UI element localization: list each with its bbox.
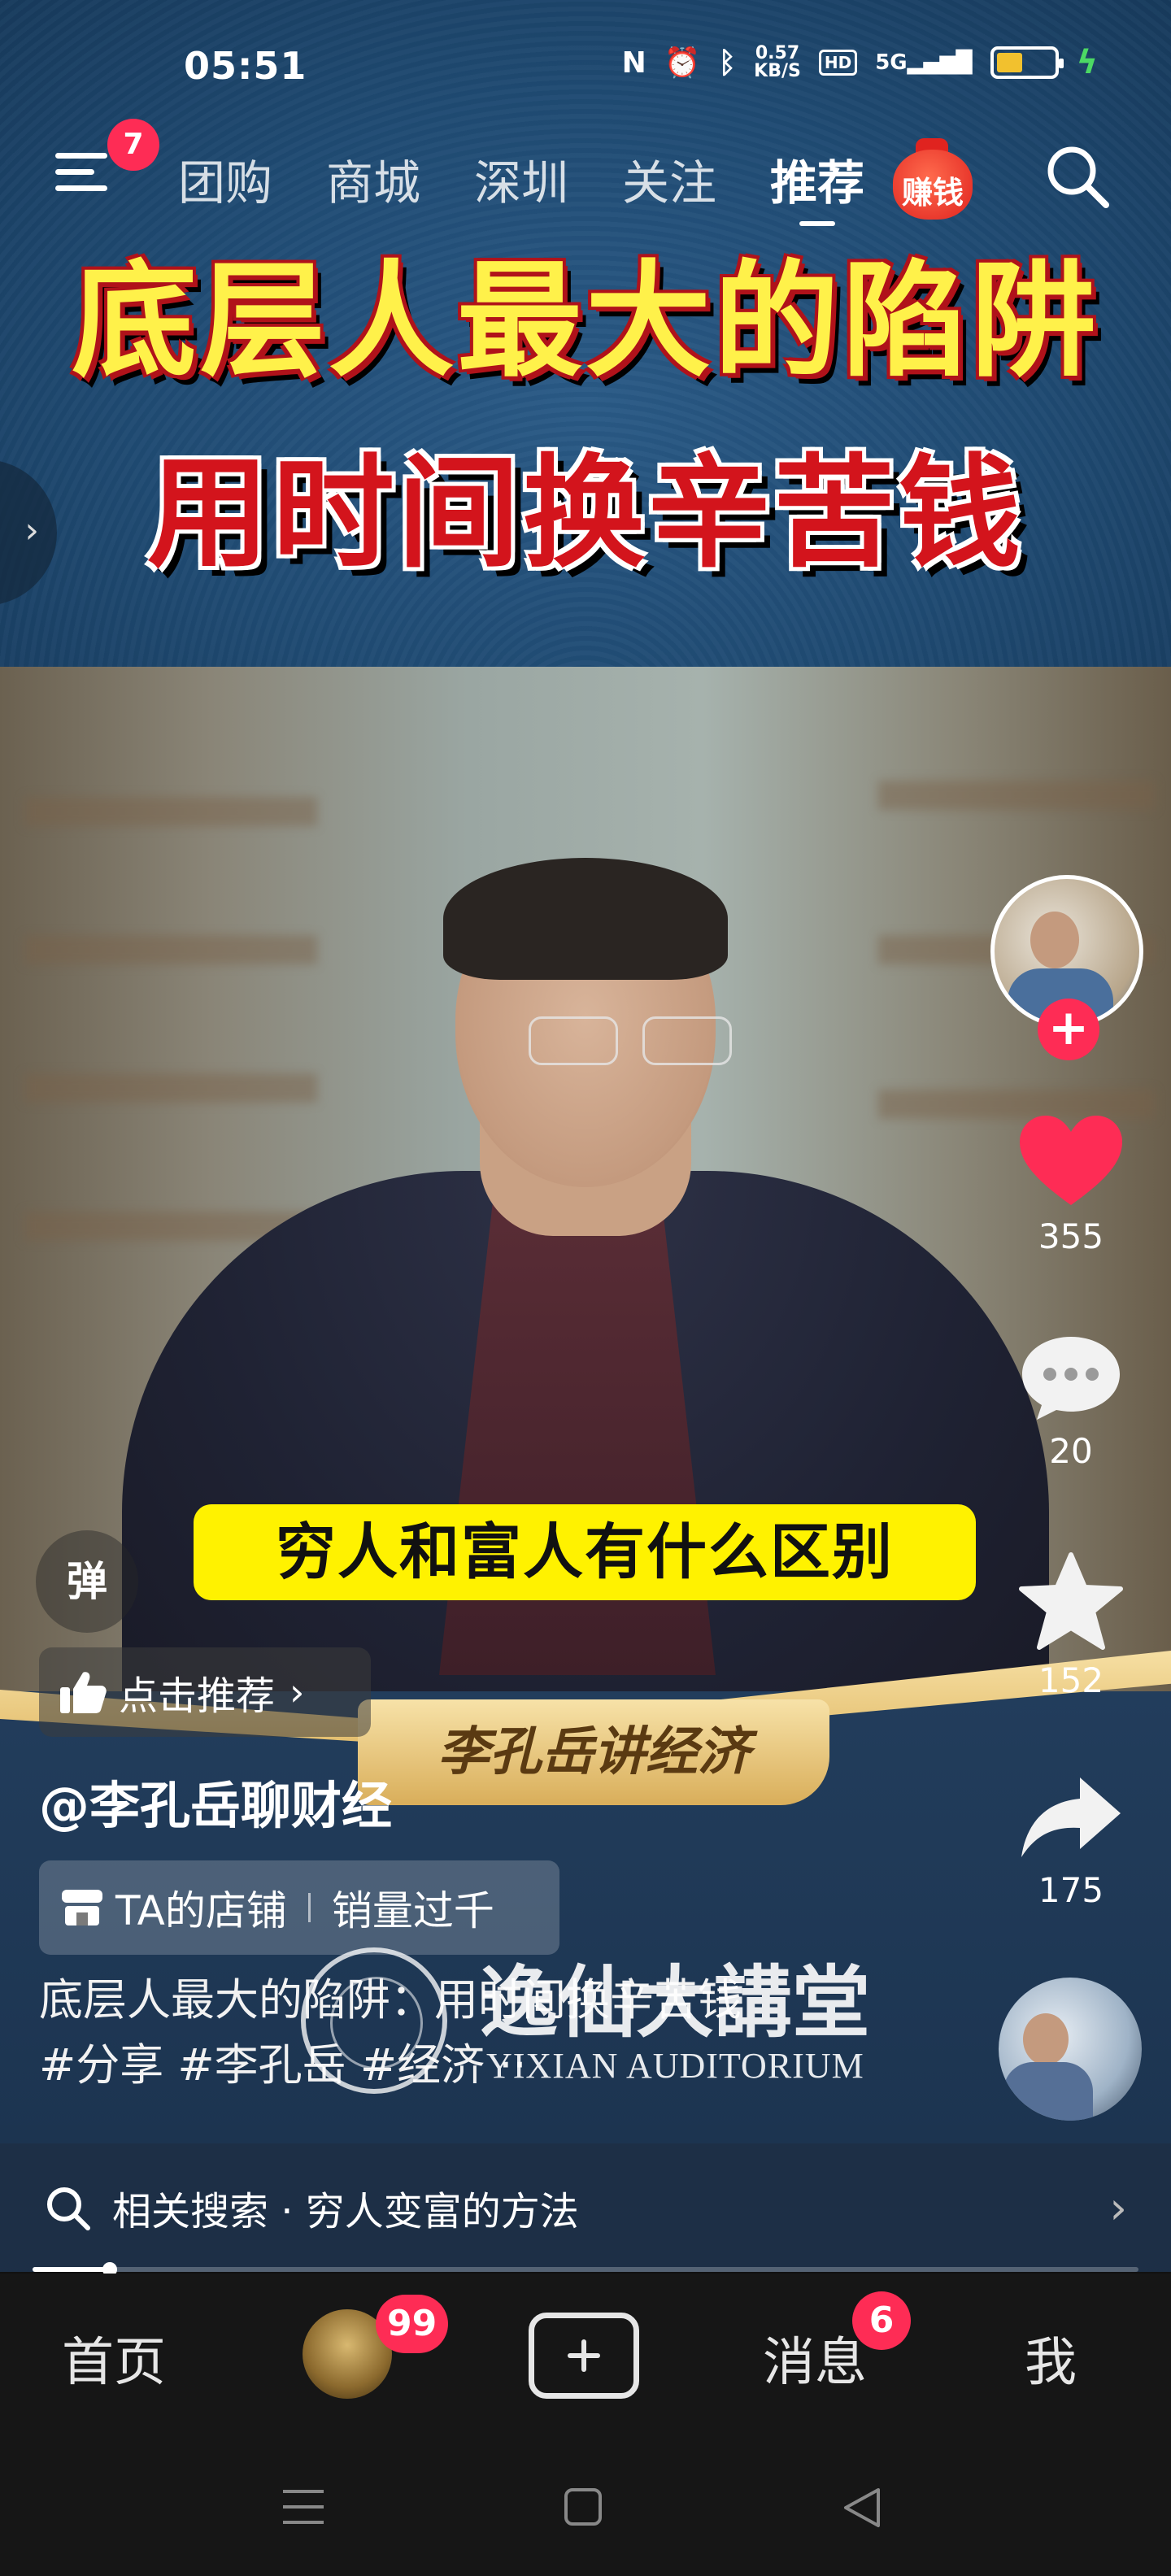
friends-badge: 99 — [376, 2295, 449, 2353]
tab-shenzhen[interactable]: 深圳 — [447, 145, 595, 226]
danmu-toggle-button[interactable]: 弹 — [36, 1530, 138, 1633]
banner-title-line2: 用时间换辛苦钱 — [146, 443, 1024, 585]
share-icon — [1021, 1778, 1121, 1857]
system-nav-bar — [0, 2436, 1171, 2576]
channel-plate: 李孔岳讲经济 — [358, 1699, 829, 1805]
shop-sales: 销量过千 — [331, 1887, 494, 1934]
net-speed: 0.57 KB/S — [754, 45, 801, 80]
chevron-right-icon: › — [1109, 2182, 1127, 2234]
battery-icon — [990, 46, 1064, 79]
watermark-seal-icon — [301, 1947, 447, 2094]
net-speed-unit: KB/S — [754, 61, 801, 81]
status-bar: 05:51 N ⏰ ᛒ 0.57 KB/S HD 5G▂▄▆█ ϟ — [0, 39, 1171, 91]
charging-icon: ϟ — [1076, 44, 1098, 81]
signal-icon: 5G▂▄▆█ — [875, 50, 973, 75]
video-frame[interactable]: 穷人和富人有什么区别 弹 — [0, 667, 1171, 1708]
share-button[interactable]: 175 — [1008, 1773, 1134, 1910]
glasses — [529, 1016, 756, 1073]
recommend-button[interactable]: 点击推荐 › — [39, 1647, 371, 1737]
chevron-right-icon: › — [289, 1670, 305, 1714]
earn-money-button[interactable]: 赚钱 — [888, 135, 977, 224]
watermark-cn: 逸仙大講堂 — [480, 1956, 870, 2048]
favorite-count: 152 — [1038, 1660, 1104, 1700]
comment-count: 20 — [1049, 1431, 1093, 1471]
video-subtitle: 穷人和富人有什么区别 — [194, 1504, 976, 1600]
search-icon — [47, 2187, 90, 2230]
status-icons: N ⏰ ᛒ 0.57 KB/S HD 5G▂▄▆█ ϟ — [622, 44, 1098, 81]
bottom-nav: 首页 99 消息 6 我 — [0, 2274, 1171, 2436]
tab-recommend[interactable]: 推荐 — [743, 145, 891, 226]
playback-progress-bar[interactable] — [33, 2262, 1138, 2277]
related-search-label: 相关搜索 · 穷人变富的方法 — [112, 2189, 579, 2234]
like-button[interactable]: 355 — [1008, 1114, 1134, 1256]
back-icon[interactable] — [841, 2487, 882, 2529]
hd-icon: HD — [818, 50, 858, 76]
author-name[interactable]: @李孔岳聊财经 — [39, 1764, 392, 1838]
related-search-bar[interactable]: 相关搜索 · 穷人变富的方法 › — [0, 2143, 1171, 2272]
shop-chip[interactable]: TA的店铺 销量过千 — [39, 1860, 559, 1955]
alarm-icon: ⏰ — [664, 46, 701, 80]
home-icon[interactable] — [563, 2487, 603, 2527]
thumbs-up-icon — [60, 1672, 107, 1713]
bottom-tab-me[interactable]: 我 — [1025, 2321, 1077, 2395]
chevron-right-icon: › — [24, 510, 39, 551]
like-count: 355 — [1038, 1216, 1104, 1256]
recent-apps-icon[interactable] — [281, 2487, 325, 2527]
favorite-button[interactable]: 152 — [1008, 1551, 1134, 1700]
status-time: 05:51 — [184, 44, 307, 88]
banner-title-line1: 底层人最大的陷阱 — [71, 249, 1099, 394]
bottom-tab-home[interactable]: 首页 — [62, 2321, 166, 2395]
tab-mall[interactable]: 商城 — [299, 145, 447, 226]
network-label: 5G — [875, 50, 908, 75]
create-button[interactable] — [529, 2313, 639, 2399]
music-disc[interactable] — [999, 1978, 1142, 2121]
share-count: 175 — [1038, 1870, 1104, 1910]
watermark: 逸仙大講堂 YIXIAN AUDITORIUM — [301, 1947, 886, 2110]
star-icon — [1019, 1552, 1123, 1650]
tab-group-buy[interactable]: 团购 — [151, 145, 299, 226]
follow-button[interactable]: + — [1038, 999, 1099, 1060]
nfc-icon: N — [621, 46, 646, 80]
earn-label: 赚钱 — [901, 175, 964, 211]
search-icon[interactable] — [1041, 140, 1112, 211]
menu-icon[interactable] — [55, 153, 107, 198]
messages-badge: 6 — [852, 2291, 911, 2350]
recommend-label: 点击推荐 — [119, 1673, 276, 1719]
bottom-tab-messages[interactable]: 消息 — [763, 2321, 867, 2395]
tab-following[interactable]: 关注 — [595, 145, 743, 226]
shop-icon — [62, 1890, 102, 1925]
nav-tabs: 团购 商城 深圳 关注 推荐 — [151, 145, 891, 226]
bluetooth-icon: ᛒ — [718, 46, 737, 80]
comment-icon — [1022, 1337, 1120, 1420]
watermark-en: YIXIAN AUDITORIUM — [486, 2046, 864, 2086]
comment-button[interactable]: 20 — [1008, 1334, 1134, 1471]
shop-label: TA的店铺 — [115, 1887, 287, 1934]
heart-icon — [1020, 1116, 1122, 1205]
top-nav: 7 团购 商城 深圳 关注 推荐 赚钱 — [0, 119, 1171, 220]
